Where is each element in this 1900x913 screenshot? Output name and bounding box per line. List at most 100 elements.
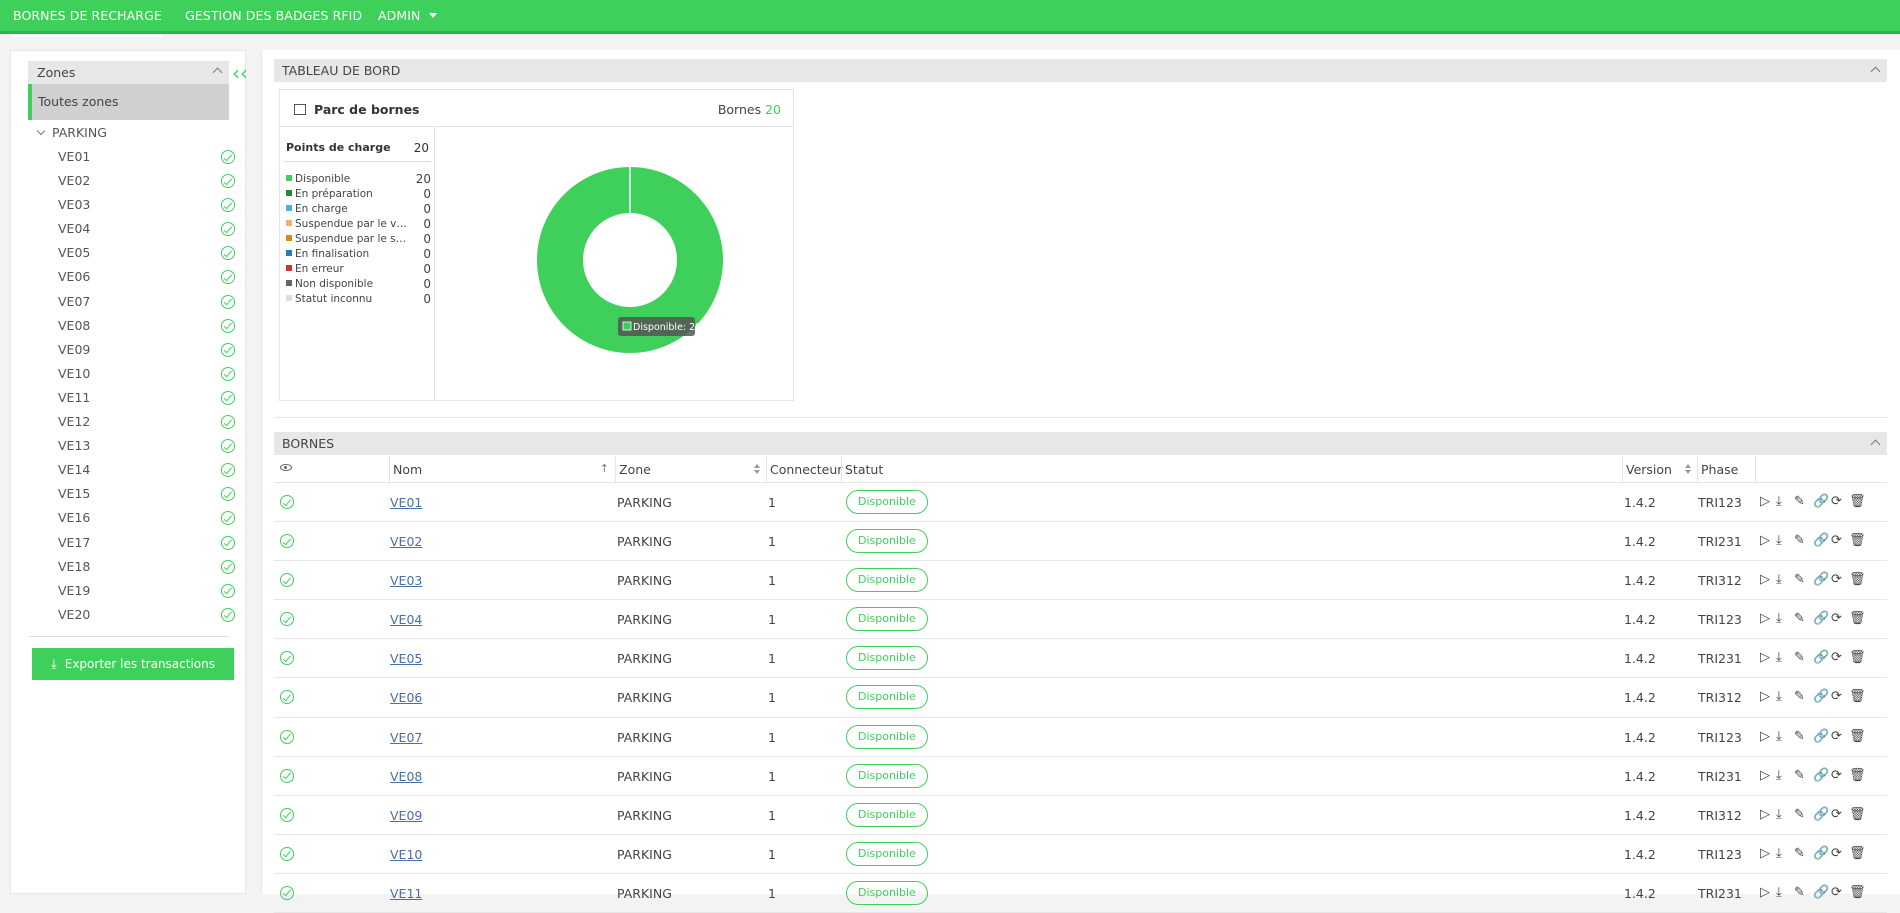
zone-item[interactable]: VE11 bbox=[58, 386, 238, 410]
link-icon[interactable]: 🔗 bbox=[1813, 768, 1829, 783]
edit-pencil-icon[interactable]: ✎ bbox=[1794, 612, 1805, 626]
trash-icon[interactable]: 🗑 bbox=[1849, 768, 1866, 783]
trash-icon[interactable]: 🗑 bbox=[1849, 612, 1866, 626]
zone-item[interactable]: VE08 bbox=[58, 314, 238, 338]
table-row[interactable]: VE09 PARKING 1 Disponible 1.4.2 TRI312 ▷ ⤓ ✎ 🔗 ⟳ 🗑 bbox=[274, 796, 1887, 835]
column-header-connecteur[interactable]: Connecteur bbox=[766, 456, 842, 483]
zone-item[interactable]: VE17 bbox=[58, 531, 238, 555]
play-icon[interactable]: ▷ bbox=[1760, 651, 1770, 665]
trash-icon[interactable]: 🗑 bbox=[1849, 495, 1866, 509]
borne-link[interactable]: VE01 bbox=[390, 495, 422, 510]
download-icon[interactable]: ⤓ bbox=[1776, 690, 1782, 704]
table-row[interactable]: VE04 PARKING 1 Disponible 1.4.2 TRI123 ▷ ⤓ ✎ 🔗 ⟳ 🗑 bbox=[274, 600, 1887, 640]
zone-item[interactable]: VE09 bbox=[58, 338, 238, 362]
column-header-phase[interactable]: Phase bbox=[1697, 456, 1755, 483]
collapse-panel-icon[interactable]: ‹‹ bbox=[232, 63, 248, 83]
link-icon[interactable]: 🔗 bbox=[1813, 573, 1829, 587]
trash-icon[interactable]: 🗑 bbox=[1849, 690, 1866, 704]
download-icon[interactable]: ⤓ bbox=[1776, 651, 1782, 665]
borne-link[interactable]: VE09 bbox=[390, 808, 422, 823]
link-icon[interactable]: 🔗 bbox=[1813, 846, 1829, 861]
restart-icon[interactable]: ⟳ bbox=[1831, 573, 1842, 587]
download-icon[interactable]: ⤓ bbox=[1776, 846, 1782, 861]
restart-icon[interactable]: ⟳ bbox=[1831, 807, 1842, 822]
table-row[interactable]: VE02 PARKING 1 Disponible 1.4.2 TRI231 ▷ ⤓ ✎ 🔗 ⟳ 🗑 bbox=[274, 522, 1887, 562]
edit-pencil-icon[interactable]: ✎ bbox=[1794, 651, 1805, 665]
export-transactions-button[interactable]: ⤓ Exporter les transactions bbox=[32, 648, 234, 680]
restart-icon[interactable]: ⟳ bbox=[1831, 729, 1842, 744]
trash-icon[interactable]: 🗑 bbox=[1849, 807, 1866, 822]
borne-link[interactable]: VE10 bbox=[390, 847, 422, 862]
dashboard-header[interactable]: TABLEAU DE BORD bbox=[274, 59, 1887, 82]
table-row[interactable]: VE01 PARKING 1 Disponible 1.4.2 TRI123 ▷ ⤓ ✎ 🔗 ⟳ 🗑 bbox=[274, 483, 1887, 523]
zone-item[interactable]: VE07 bbox=[58, 290, 238, 314]
zone-item[interactable]: VE05 bbox=[58, 241, 238, 265]
borne-link[interactable]: VE02 bbox=[390, 534, 422, 549]
play-icon[interactable]: ▷ bbox=[1760, 612, 1770, 626]
link-icon[interactable]: 🔗 bbox=[1813, 534, 1829, 548]
column-header-zone[interactable]: Zone bbox=[615, 456, 766, 483]
link-icon[interactable]: 🔗 bbox=[1813, 729, 1829, 744]
table-row[interactable]: VE03 PARKING 1 Disponible 1.4.2 TRI312 ▷ ⤓ ✎ 🔗 ⟳ 🗑 bbox=[274, 561, 1887, 601]
borne-link[interactable]: VE08 bbox=[390, 769, 422, 784]
table-row[interactable]: VE07 PARKING 1 Disponible 1.4.2 TRI123 ▷ ⤓ ✎ 🔗 ⟳ 🗑 bbox=[274, 718, 1887, 757]
download-icon[interactable]: ⤓ bbox=[1776, 534, 1782, 548]
all-zones-item[interactable]: Toutes zones bbox=[28, 84, 229, 120]
borne-link[interactable]: VE05 bbox=[390, 651, 422, 666]
play-icon[interactable]: ▷ bbox=[1760, 495, 1770, 509]
zone-item[interactable]: VE10 bbox=[58, 362, 238, 386]
trash-icon[interactable]: 🗑 bbox=[1849, 651, 1866, 665]
zone-item[interactable]: VE20 bbox=[58, 603, 238, 627]
play-icon[interactable]: ▷ bbox=[1760, 534, 1770, 548]
zone-group-parking[interactable]: PARKING bbox=[36, 123, 107, 143]
zones-header[interactable]: Zones bbox=[28, 61, 229, 84]
borne-link[interactable]: VE04 bbox=[390, 612, 422, 627]
zone-item[interactable]: VE19 bbox=[58, 579, 238, 603]
zone-item[interactable]: VE13 bbox=[58, 434, 238, 458]
restart-icon[interactable]: ⟳ bbox=[1831, 690, 1842, 704]
link-icon[interactable]: 🔗 bbox=[1813, 495, 1829, 509]
table-row[interactable]: VE05 PARKING 1 Disponible 1.4.2 TRI231 ▷ ⤓ ✎ 🔗 ⟳ 🗑 bbox=[274, 639, 1887, 679]
zone-item[interactable]: VE01 bbox=[58, 145, 238, 169]
play-icon[interactable]: ▷ bbox=[1760, 729, 1770, 744]
zone-item[interactable]: VE16 bbox=[58, 506, 238, 530]
edit-pencil-icon[interactable]: ✎ bbox=[1794, 573, 1805, 587]
link-icon[interactable]: 🔗 bbox=[1813, 690, 1829, 704]
play-icon[interactable]: ▷ bbox=[1760, 807, 1770, 822]
zone-item[interactable]: VE15 bbox=[58, 482, 238, 506]
download-icon[interactable]: ⤓ bbox=[1776, 807, 1782, 822]
tab-gestion-badges-rfid[interactable]: GESTION DES BADGES RFID bbox=[185, 0, 362, 34]
column-header-nom[interactable]: Nom ↑ bbox=[389, 456, 615, 483]
borne-link[interactable]: VE03 bbox=[390, 573, 422, 588]
borne-link[interactable]: VE06 bbox=[390, 690, 422, 705]
restart-icon[interactable]: ⟳ bbox=[1831, 846, 1842, 861]
trash-icon[interactable]: 🗑 bbox=[1849, 534, 1866, 548]
restart-icon[interactable]: ⟳ bbox=[1831, 612, 1842, 626]
link-icon[interactable]: 🔗 bbox=[1813, 651, 1829, 665]
zone-item[interactable]: VE02 bbox=[58, 169, 238, 193]
tab-bornes-de-recharge[interactable]: BORNES DE RECHARGE bbox=[13, 0, 162, 37]
edit-pencil-icon[interactable]: ✎ bbox=[1794, 729, 1805, 744]
edit-pencil-icon[interactable]: ✎ bbox=[1794, 768, 1805, 783]
admin-menu[interactable]: ADMIN bbox=[378, 0, 437, 34]
restart-icon[interactable]: ⟳ bbox=[1831, 534, 1842, 548]
download-icon[interactable]: ⤓ bbox=[1776, 573, 1782, 587]
table-row[interactable]: VE11 PARKING 1 Disponible 1.4.2 TRI231 ▷ ⤓ ✎ 🔗 ⟳ 🗑 bbox=[274, 874, 1887, 913]
trash-icon[interactable]: 🗑 bbox=[1849, 729, 1866, 744]
edit-pencil-icon[interactable]: ✎ bbox=[1794, 534, 1805, 548]
restart-icon[interactable]: ⟳ bbox=[1831, 768, 1842, 783]
download-icon[interactable]: ⤓ bbox=[1776, 729, 1782, 744]
column-header-statut[interactable]: Statut bbox=[841, 456, 1622, 483]
download-icon[interactable]: ⤓ bbox=[1776, 768, 1782, 783]
download-icon[interactable]: ⤓ bbox=[1776, 612, 1782, 626]
play-icon[interactable]: ▷ bbox=[1760, 768, 1770, 783]
play-icon[interactable]: ▷ bbox=[1760, 846, 1770, 861]
table-row[interactable]: VE10 PARKING 1 Disponible 1.4.2 TRI123 ▷ ⤓ ✎ 🔗 ⟳ 🗑 bbox=[274, 835, 1887, 874]
trash-icon[interactable]: 🗑 bbox=[1849, 846, 1866, 861]
borne-link[interactable]: VE11 bbox=[390, 886, 422, 901]
edit-pencil-icon[interactable]: ✎ bbox=[1794, 846, 1805, 861]
table-row[interactable]: VE06 PARKING 1 Disponible 1.4.2 TRI312 ▷ ⤓ ✎ 🔗 ⟳ 🗑 bbox=[274, 678, 1887, 718]
play-icon[interactable]: ▷ bbox=[1760, 573, 1770, 587]
zone-item[interactable]: VE04 bbox=[58, 217, 238, 241]
link-icon[interactable]: 🔗 bbox=[1813, 612, 1829, 626]
